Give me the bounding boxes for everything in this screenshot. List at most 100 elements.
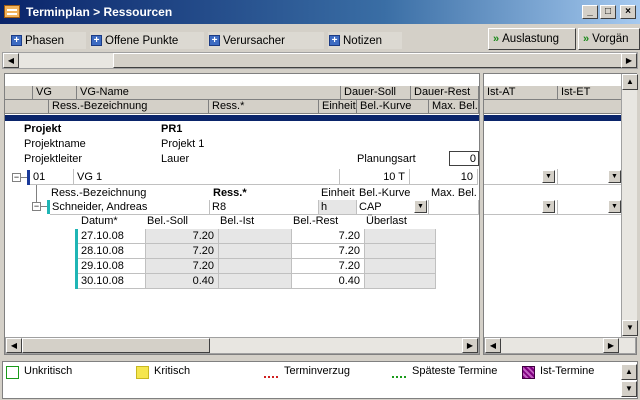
tab-phasen[interactable]: + Phasen — [10, 32, 86, 49]
day-ueberlast-cell — [365, 244, 436, 259]
scroll-down-icon[interactable]: ▼ — [621, 381, 637, 397]
right-vertical-scrollbar[interactable]: ▲ ▼ — [621, 74, 638, 337]
day-soll-cell: 7.20 — [146, 244, 219, 259]
day-rest-cell[interactable]: 7.20 — [292, 259, 365, 274]
tab-verursacher[interactable]: + Verursacher — [208, 32, 324, 49]
plus-icon: + — [91, 35, 102, 46]
ist-et-select[interactable]: ▼ — [558, 169, 622, 185]
res-header-einheit: Einheit — [321, 187, 355, 199]
col-header-ist-at[interactable]: Ist-AT — [484, 86, 558, 100]
col-header-blank — [5, 100, 49, 114]
col-header-ress[interactable]: Ress.* — [209, 100, 319, 114]
res-ress: R8 — [212, 201, 227, 213]
maximize-button[interactable]: □ — [600, 5, 616, 19]
col-header-einheit[interactable]: Einheit — [319, 100, 357, 114]
res-maxbel-cell[interactable] — [429, 200, 479, 215]
kritisch-swatch — [136, 366, 149, 379]
double-chevron-right-icon: » — [583, 33, 590, 45]
scroll-down-icon[interactable]: ▼ — [622, 320, 638, 336]
left-grid-scrollbar[interactable]: ◀ ▶ — [5, 337, 479, 354]
tab-label: Notizen — [343, 34, 382, 47]
planungsart-label: Planungsart — [357, 153, 416, 165]
res-header-ress: Ress.* — [213, 187, 247, 199]
vg-dauer-rest: 10 — [460, 171, 473, 183]
scroll-right-icon[interactable]: ▶ — [621, 53, 637, 68]
ist-at-select[interactable]: ▼ — [484, 169, 558, 185]
tab-offene-punkte[interactable]: + Offene Punkte — [90, 32, 204, 49]
col-header-dauer-soll[interactable]: Dauer-Soll — [341, 86, 411, 100]
scroll-right-icon[interactable]: ▶ — [603, 338, 619, 353]
day-datum-cell[interactable]: 30.10.08 — [78, 274, 146, 289]
day-header-soll: Bel.-Soll — [147, 215, 188, 227]
scroll-thumb[interactable] — [22, 338, 210, 353]
scroll-left-icon[interactable]: ◀ — [485, 338, 501, 353]
toolbar-scrollbar[interactable]: ◀ ▶ — [2, 52, 638, 69]
scroll-up-icon[interactable]: ▲ — [621, 364, 637, 380]
day-rest: 7.20 — [338, 260, 360, 272]
day-ist-cell — [219, 244, 292, 259]
project-bar — [484, 115, 622, 121]
scroll-right-icon[interactable]: ▶ — [462, 338, 478, 353]
scroll-left-icon[interactable]: ◀ — [6, 338, 22, 353]
day-datum-cell[interactable]: 29.10.08 — [78, 259, 146, 274]
day-rest: 7.20 — [338, 245, 360, 257]
day-rest-cell[interactable]: 0.40 — [292, 274, 365, 289]
day-ueberlast-cell — [365, 229, 436, 244]
col-header-bel-kurve[interactable]: Bel.-Kurve — [357, 100, 429, 114]
day-header-rest: Bel.-Rest — [293, 215, 339, 227]
close-button[interactable]: × — [620, 5, 636, 19]
vg-dauer-soll-cell[interactable]: 10 T — [340, 169, 410, 185]
res-name-cell[interactable]: Schneider, Andreas — [50, 200, 210, 215]
vg-name-cell[interactable]: VG 1 — [74, 169, 340, 185]
plus-icon: + — [11, 35, 22, 46]
res-name: Schneider, Andreas — [52, 201, 148, 213]
collapse-icon[interactable]: − — [32, 202, 41, 211]
scroll-thumb[interactable] — [113, 53, 629, 68]
res-ress-cell[interactable]: R8 — [210, 200, 319, 215]
res-kurve: CAP — [359, 201, 382, 213]
dropdown-arrow-icon[interactable]: ▼ — [542, 170, 555, 183]
col-header-vg[interactable]: VG — [33, 86, 77, 100]
vg-nr-cell[interactable]: 01 — [30, 169, 74, 185]
dropdown-arrow-icon[interactable]: ▼ — [542, 200, 555, 213]
res-ist-at-select[interactable]: ▼ — [484, 200, 558, 215]
scroll-up-icon[interactable]: ▲ — [622, 74, 638, 90]
col-header-ist-et[interactable]: Ist-ET — [558, 86, 622, 100]
left-grid-panel: VG VG-Name Dauer-Soll Dauer-Rest Ress.-B… — [4, 73, 480, 355]
day-datum-cell[interactable]: 27.10.08 — [78, 229, 146, 244]
day-datum: 30.10.08 — [81, 275, 124, 287]
day-rest-cell[interactable]: 7.20 — [292, 244, 365, 259]
vg-dauer-rest-cell[interactable]: 10 — [410, 169, 478, 185]
vorgaenge-button[interactable]: » Vorgän — [578, 28, 640, 50]
projektname-value: Projekt 1 — [161, 138, 205, 150]
dropdown-arrow-icon[interactable]: ▼ — [608, 200, 621, 213]
dropdown-arrow-icon[interactable]: ▼ — [414, 200, 427, 213]
legend-kritisch: Kritisch — [154, 365, 191, 377]
res-header-kurve: Bel.-Kurve — [359, 187, 411, 199]
collapse-icon[interactable]: − — [12, 173, 21, 182]
dropdown-arrow-icon[interactable]: ▼ — [608, 170, 621, 183]
scroll-left-icon[interactable]: ◀ — [3, 53, 19, 68]
minimize-button[interactable]: _ — [582, 5, 598, 19]
window-title: Terminplan > Ressourcen — [26, 5, 173, 19]
col-header-dauer-rest[interactable]: Dauer-Rest — [411, 86, 479, 100]
ist-termine-swatch — [522, 366, 535, 379]
legend-spaeteste-termine: Späteste Termine — [412, 365, 498, 377]
day-rest-cell[interactable]: 7.20 — [292, 229, 365, 244]
res-kurve-select[interactable]: CAP ▼ — [357, 200, 429, 215]
title-bar[interactable]: Terminplan > Ressourcen _ □ × — [0, 0, 640, 24]
right-grid-scrollbar[interactable]: ◀ ▶ — [484, 337, 636, 354]
auslastung-button[interactable]: » Auslastung — [488, 28, 576, 50]
project-bar — [5, 115, 479, 121]
res-einheit-cell[interactable]: h — [319, 200, 357, 215]
col-header-max-bel[interactable]: Max. Bel. — [429, 100, 479, 114]
projektname-label: Projektname — [24, 138, 86, 150]
day-datum-cell[interactable]: 28.10.08 — [78, 244, 146, 259]
col-header-ress-bez[interactable]: Ress.-Bezeichnung — [49, 100, 209, 114]
vg-name: VG 1 — [77, 171, 103, 183]
planungsart-field[interactable]: 0 — [449, 151, 479, 166]
app-icon — [4, 5, 20, 18]
tab-notizen[interactable]: + Notizen — [328, 32, 402, 49]
res-ist-et-select[interactable]: ▼ — [558, 200, 622, 215]
col-header-vg-name[interactable]: VG-Name — [77, 86, 341, 100]
